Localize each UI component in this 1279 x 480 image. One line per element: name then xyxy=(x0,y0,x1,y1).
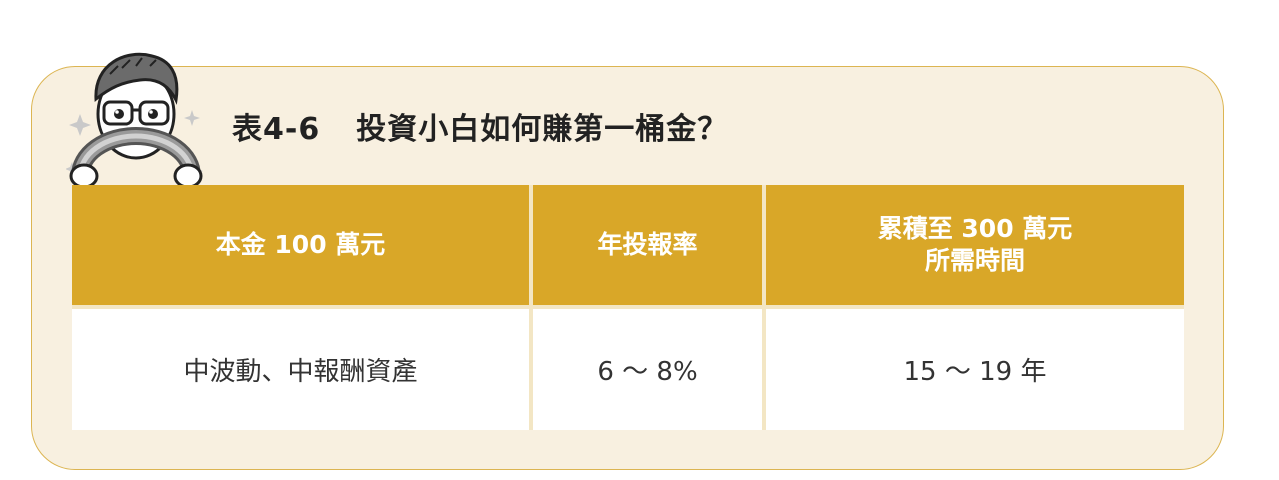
header-annual-return: 年投報率 xyxy=(533,185,762,305)
header-time-needed-line1: 累積至 300 萬元 xyxy=(877,214,1073,243)
cell-asset-type: 中波動、中報酬資產 xyxy=(72,309,529,430)
mascot-icon xyxy=(65,44,206,192)
cell-return-rate: 6 ～ 8% xyxy=(533,309,762,430)
header-time-needed: 累積至 300 萬元 所需時間 xyxy=(766,185,1184,305)
header-time-needed-line2: 所需時間 xyxy=(924,246,1025,275)
table-title: 表4-6 投資小白如何賺第一桶金？ xyxy=(232,105,728,155)
data-table: 本金 100 萬元 年投報率 累積至 300 萬元 所需時間 中波動、中報酬資產… xyxy=(72,185,1184,430)
header-principal: 本金 100 萬元 xyxy=(72,185,529,305)
cell-years: 15 ～ 19 年 xyxy=(766,309,1184,430)
table-title-text: 投資小白如何賺第一桶金？ xyxy=(356,112,729,147)
table-number: 表4-6 xyxy=(232,112,321,147)
